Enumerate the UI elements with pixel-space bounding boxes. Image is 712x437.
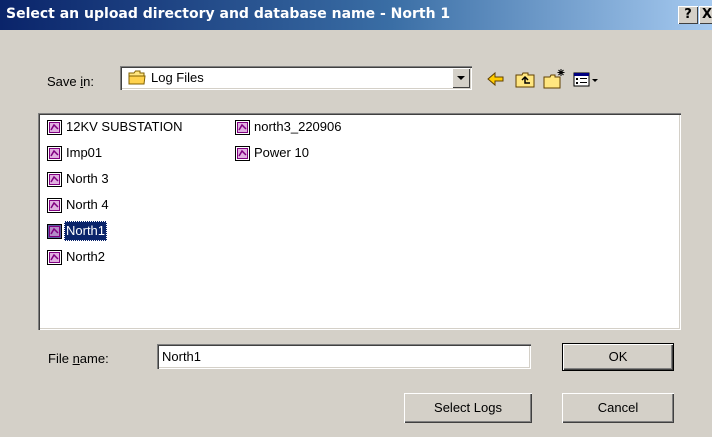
up-one-level-icon[interactable] xyxy=(514,68,536,90)
save-in-dropdown[interactable]: Log Files xyxy=(120,66,472,90)
ok-button[interactable]: OK xyxy=(562,343,674,371)
close-button[interactable]: X xyxy=(699,6,712,24)
file-list[interactable]: 12KV SUBSTATION Imp01 North 3 North 4 North1… xyxy=(38,113,681,330)
file-item-label: north3_220906 xyxy=(254,119,342,134)
file-name-input[interactable] xyxy=(157,344,531,369)
file-item-label: North 4 xyxy=(66,197,109,212)
file-item-label: North2 xyxy=(66,249,106,264)
file-dialog: Select an upload directory and database … xyxy=(0,0,712,437)
new-folder-icon[interactable] xyxy=(542,68,566,90)
database-file-icon xyxy=(47,224,62,239)
save-in-dropdown-arrow[interactable] xyxy=(452,68,470,88)
database-file-icon xyxy=(47,120,62,135)
view-menu-icon[interactable] xyxy=(572,68,600,90)
save-in-value: Log Files xyxy=(151,70,204,85)
help-button[interactable]: ? xyxy=(678,6,698,24)
database-file-icon xyxy=(235,146,250,161)
back-arrow-icon[interactable] xyxy=(487,68,505,90)
file-item-label: 12KV SUBSTATION xyxy=(66,119,183,134)
folder-icon xyxy=(128,70,146,88)
title-bar[interactable]: Select an upload directory and database … xyxy=(0,0,712,30)
database-file-icon xyxy=(47,146,62,161)
file-item-label: North 3 xyxy=(66,171,109,186)
database-file-icon xyxy=(47,250,62,265)
database-file-icon xyxy=(47,198,62,213)
cancel-button[interactable]: Cancel xyxy=(562,393,674,423)
file-item-label: North1 xyxy=(64,221,108,241)
file-item-label: Power 10 xyxy=(254,145,309,160)
file-item-label: Imp01 xyxy=(66,145,103,160)
dialog-title: Select an upload directory and database … xyxy=(6,6,451,22)
database-file-icon xyxy=(235,120,250,135)
save-in-label: Save in: xyxy=(47,74,94,89)
select-logs-button[interactable]: Select Logs xyxy=(404,393,532,423)
database-file-icon xyxy=(47,172,62,187)
file-name-label: File name: xyxy=(48,351,109,366)
